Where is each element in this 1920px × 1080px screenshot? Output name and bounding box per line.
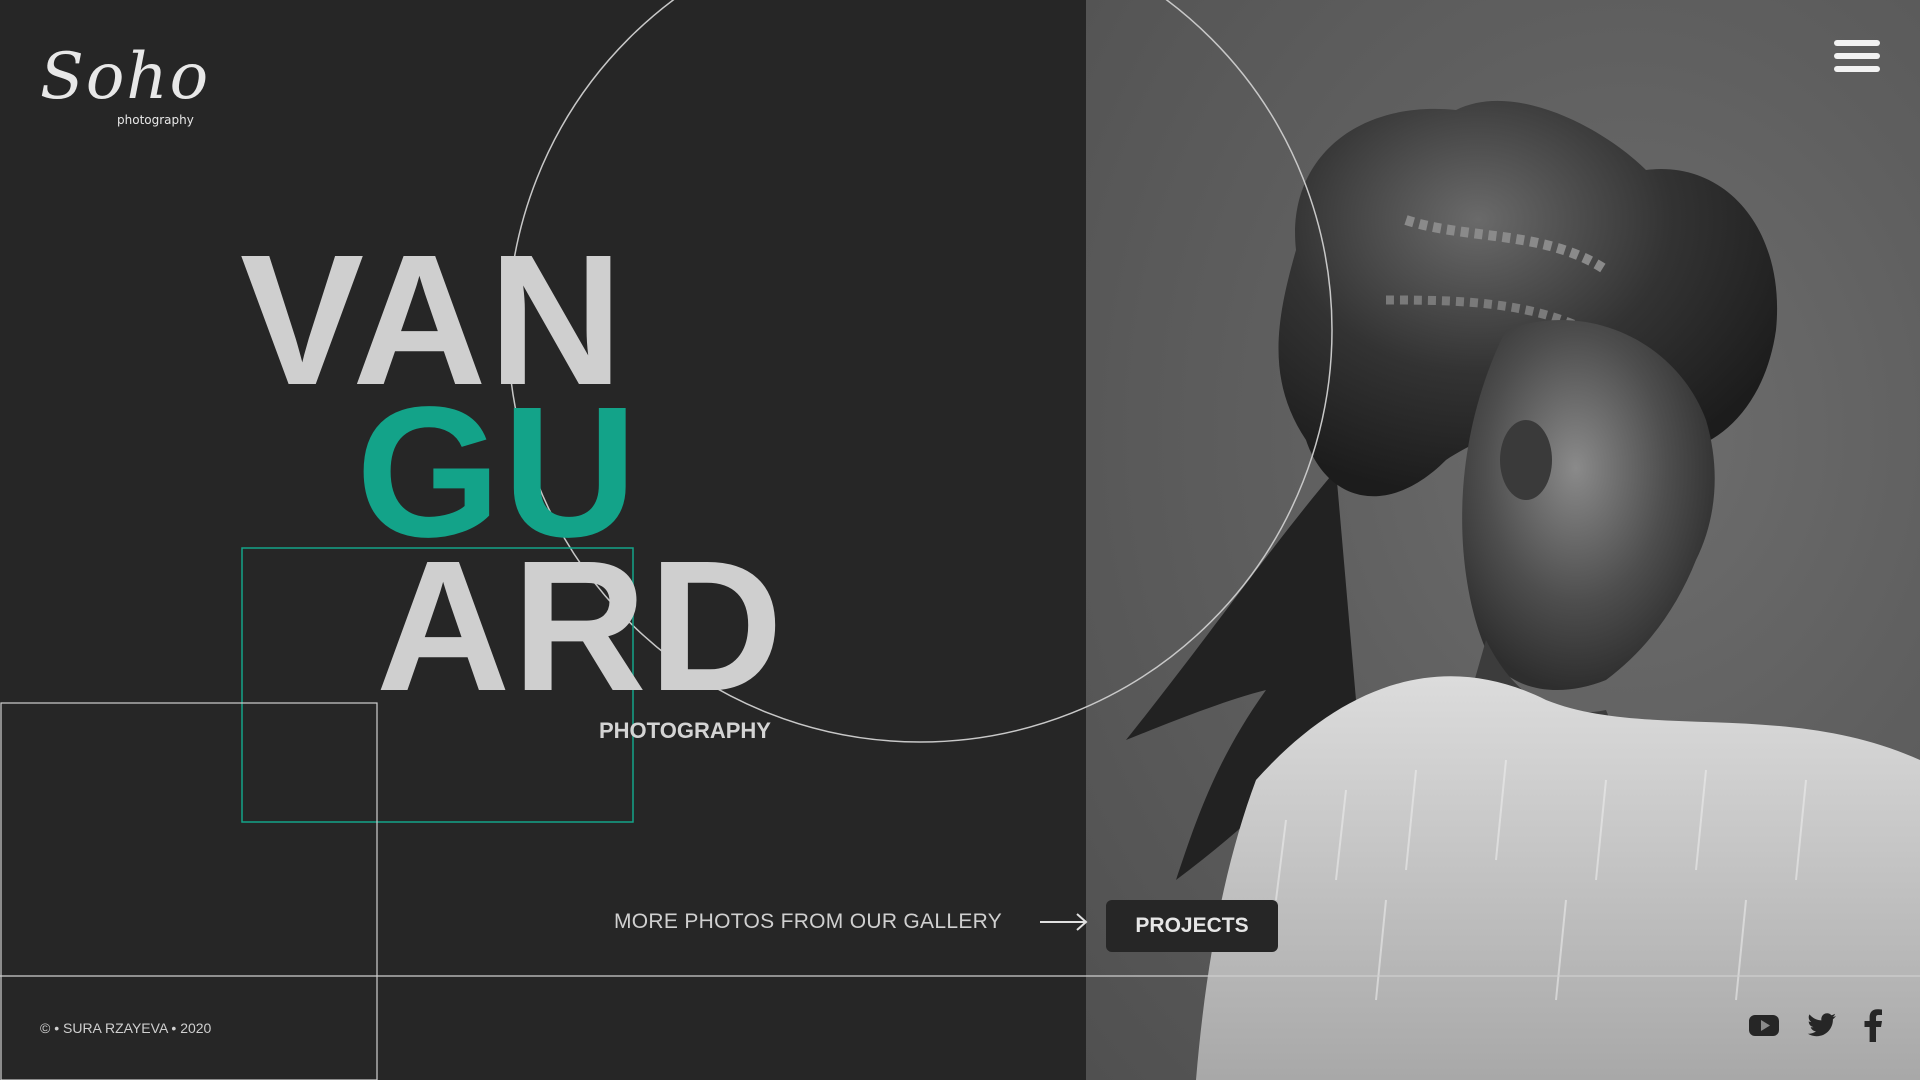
arrow-right-icon <box>1040 913 1088 931</box>
projects-button[interactable]: PROJECTS <box>1106 900 1278 952</box>
gallery-link[interactable]: MORE PHOTOS FROM OUR GALLERY <box>614 910 1088 934</box>
menu-bar <box>1834 66 1880 72</box>
twitter-icon[interactable] <box>1805 1008 1839 1042</box>
menu-bar <box>1834 40 1880 46</box>
gallery-link-label: MORE PHOTOS FROM OUR GALLERY <box>614 910 1003 933</box>
logo-script-text: Soho <box>40 40 211 114</box>
logo-subtitle: photography <box>117 113 194 127</box>
hero-title-line-3: ARD <box>376 523 785 730</box>
hero-subtitle: PHOTOGRAPHY <box>599 718 771 743</box>
copyright-text: © • SURA RZAYEVA • 2020 <box>40 1020 212 1036</box>
facebook-icon[interactable] <box>1862 1008 1884 1042</box>
youtube-icon[interactable] <box>1747 1008 1781 1042</box>
landing-page: Soho photography VAN GU ARD PHOTOGRAPHY … <box>0 0 1920 1080</box>
brand-logo[interactable]: Soho photography <box>40 45 208 135</box>
menu-bar <box>1834 53 1880 59</box>
hamburger-icon[interactable] <box>1834 40 1882 80</box>
